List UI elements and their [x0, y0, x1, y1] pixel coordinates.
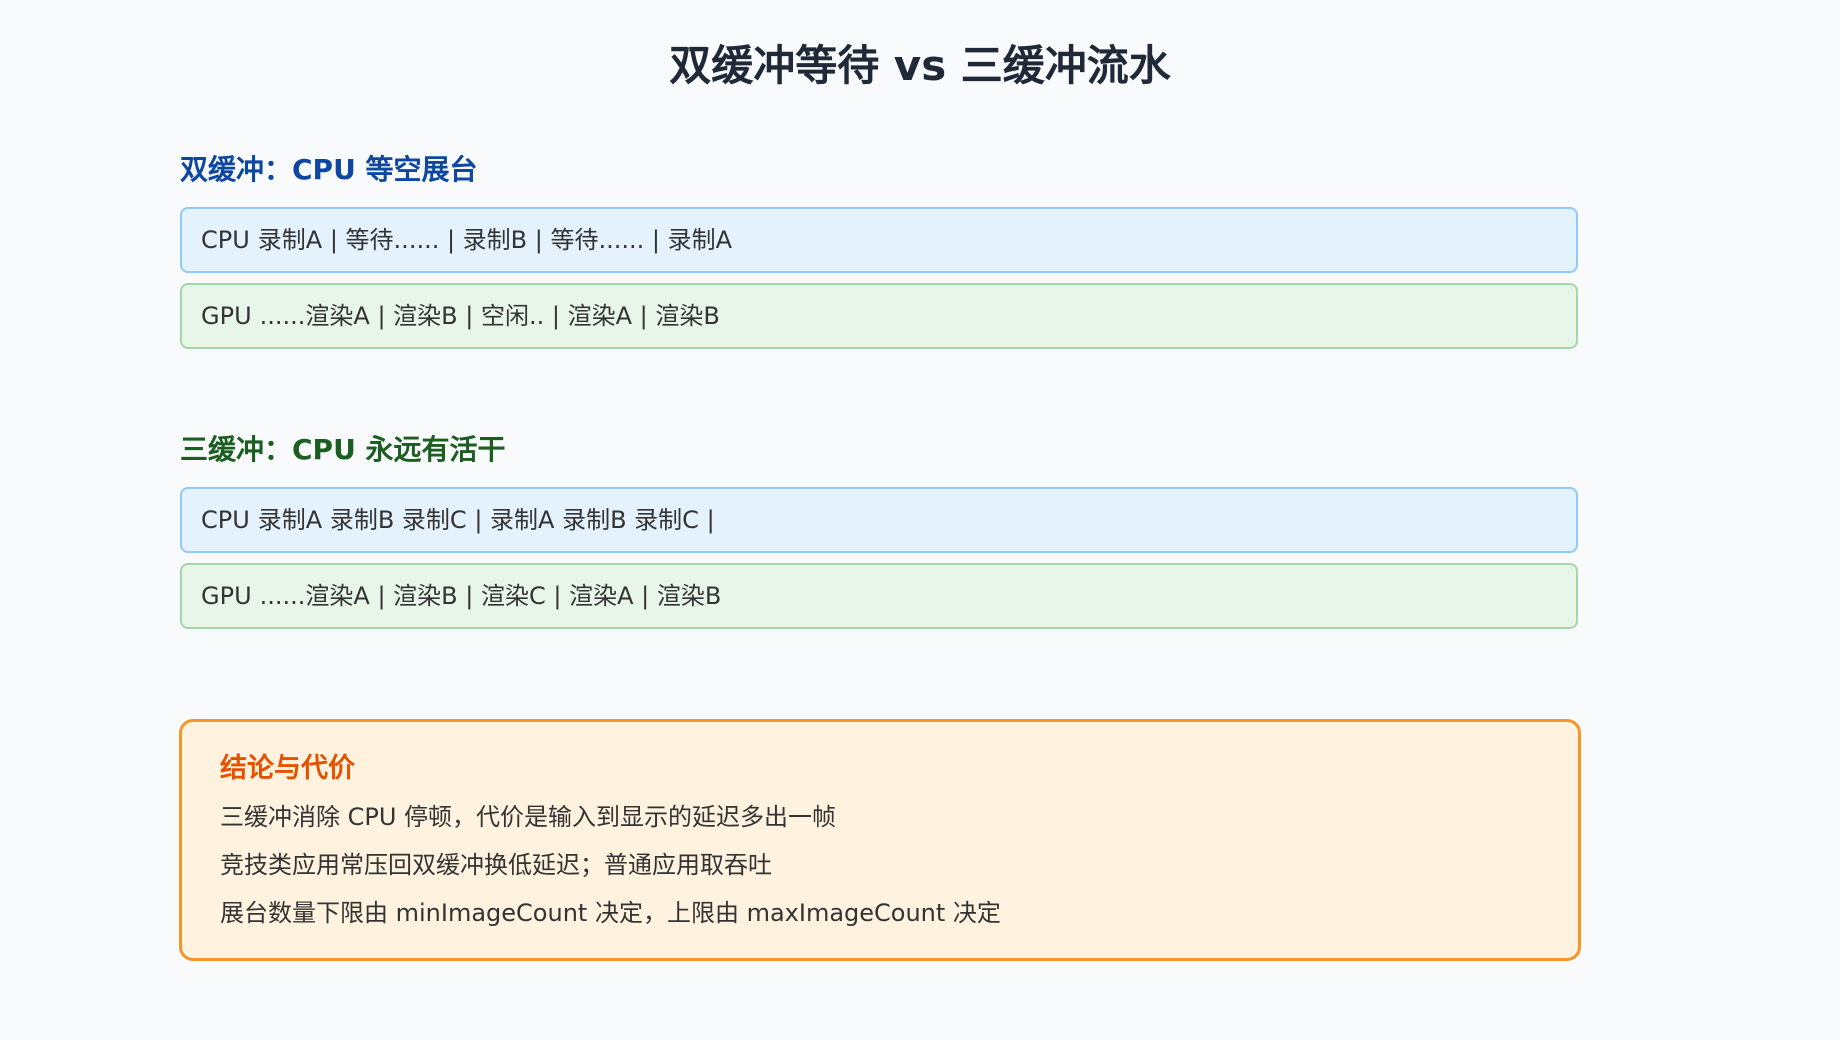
page-title: 双缓冲等待 vs 三缓冲流水 [669, 41, 1171, 90]
conclusion-box: 结论与代价 三缓冲消除 CPU 停顿，代价是输入到显示的延迟多出一帧 竞技类应用… [179, 719, 1581, 961]
conclusion-line: 竞技类应用常压回双缓冲换低延迟；普通应用取吞吐 [220, 851, 772, 879]
double-buffer-cpu-lane: CPU 录制A | 等待...... | 录制B | 等待...... | 录制A [180, 207, 1578, 273]
cpu-timeline-text: 录制A 录制B 录制C | 录制A 录制B 录制C | [257, 506, 715, 534]
triple-buffer-section-title: 三缓冲：CPU 永远有活干 [180, 433, 506, 466]
gpu-timeline-text: ......渲染A | 渲染B | 空闲.. | 渲染A | 渲染B [259, 302, 720, 330]
conclusion-line: 三缓冲消除 CPU 停顿，代价是输入到显示的延迟多出一帧 [220, 803, 837, 831]
double-buffer-section-title: 双缓冲：CPU 等空展台 [180, 153, 478, 186]
cpu-timeline-text: 录制A | 等待...... | 录制B | 等待...... | 录制A [257, 226, 733, 254]
gpu-lane-label: GPU [201, 582, 252, 610]
triple-buffer-gpu-lane: GPU ......渲染A | 渲染B | 渲染C | 渲染A | 渲染B [180, 563, 1578, 629]
gpu-lane-label: GPU [201, 302, 252, 330]
conclusion-title: 结论与代价 [220, 753, 355, 784]
cpu-lane-label: CPU [201, 226, 250, 254]
double-buffer-gpu-lane: GPU ......渲染A | 渲染B | 空闲.. | 渲染A | 渲染B [180, 283, 1578, 349]
cpu-lane-label: CPU [201, 506, 250, 534]
conclusion-line: 展台数量下限由 minImageCount 决定，上限由 maxImageCou… [220, 899, 1001, 927]
triple-buffer-cpu-lane: CPU 录制A 录制B 录制C | 录制A 录制B 录制C | [180, 487, 1578, 553]
gpu-timeline-text: ......渲染A | 渲染B | 渲染C | 渲染A | 渲染B [259, 582, 722, 610]
